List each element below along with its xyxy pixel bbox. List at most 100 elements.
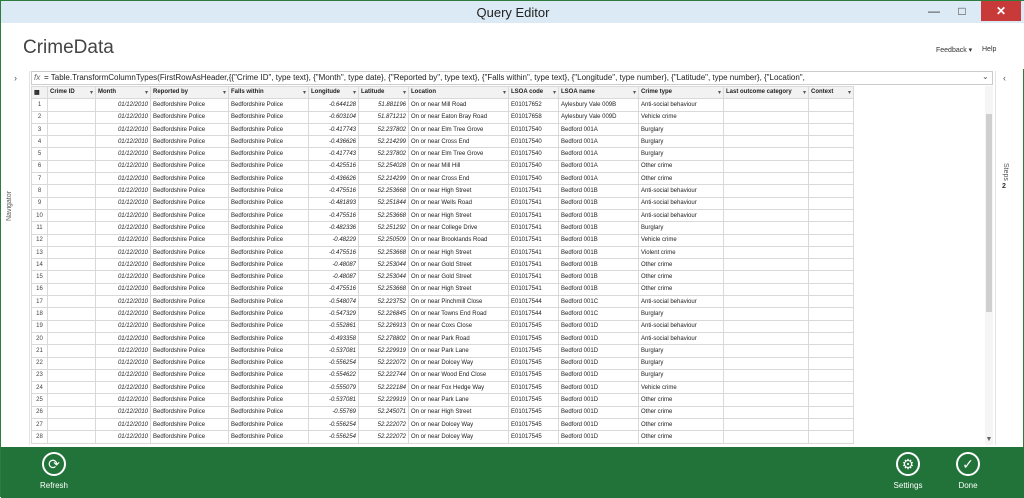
table-cell[interactable]: On or near Mill Hill (408, 159, 509, 174)
table-cell[interactable]: -0.547329 (308, 307, 359, 321)
table-cell[interactable]: 01/12/2010 (95, 307, 151, 321)
scroll-down-icon[interactable]: ▼ (985, 436, 993, 443)
table-cell[interactable]: Other crime (638, 258, 724, 272)
row-number[interactable]: 12 (31, 233, 48, 247)
table-cell[interactable]: Anti-social behaviour (638, 196, 724, 210)
steps-pane[interactable]: ‹ Steps 2 (995, 71, 1017, 445)
table-row[interactable]: 20 01/12/2010 Bedfordshire Police Bedfordsh… (31, 331, 854, 346)
row-number[interactable]: 4 (31, 135, 48, 149)
table-cell[interactable] (808, 196, 854, 210)
table-row[interactable]: 21 01/12/2010 Bedfordshire Police Bedfordsh… (31, 344, 854, 358)
row-number[interactable]: 1 (31, 98, 48, 112)
row-number[interactable]: 14 (31, 258, 48, 272)
table-cell[interactable]: Bedfordshire Police (228, 184, 309, 198)
table-cell[interactable]: 52.226913 (358, 319, 409, 333)
table-cell[interactable]: Bedford 001D (558, 393, 639, 407)
table-row[interactable]: 5 01/12/2010 Bedfordshire Police Bedfordshi… (31, 147, 854, 161)
table-row[interactable]: 22 01/12/2010 Bedfordshire Police Bedfordsh… (31, 356, 854, 370)
table-cell[interactable]: -0.603104 (308, 110, 359, 124)
table-cell[interactable]: E01017541 (508, 258, 559, 272)
table-cell[interactable]: E01017652 (508, 98, 559, 112)
row-number[interactable]: 9 (31, 196, 48, 210)
table-cell[interactable] (808, 393, 854, 407)
column-header[interactable]: Latitude ▾ (358, 86, 409, 100)
table-cell[interactable] (47, 331, 96, 346)
table-row[interactable]: 2 01/12/2010 Bedfordshire Police Bedfordshi… (31, 110, 854, 124)
table-cell[interactable]: Bedfordshire Police (228, 147, 309, 161)
column-header[interactable]: Location ▾ (408, 86, 509, 100)
table-cell[interactable]: Bedfordshire Police (228, 282, 309, 297)
table-cell[interactable]: Bedfordshire Police (150, 344, 229, 358)
filter-dropdown-icon[interactable]: ▾ (90, 89, 93, 96)
table-cell[interactable]: Bedford 001D (558, 368, 639, 383)
table-cell[interactable]: 01/12/2010 (95, 368, 151, 383)
filter-dropdown-icon[interactable]: ▾ (718, 89, 721, 96)
table-cell[interactable]: -0.48229 (308, 233, 359, 247)
table-cell[interactable]: 51.881196 (358, 98, 409, 112)
table-cell[interactable]: 52.253668 (358, 282, 409, 297)
table-cell[interactable]: -0.481893 (308, 196, 359, 210)
table-cell[interactable]: Bedfordshire Police (150, 381, 229, 395)
navigator-label[interactable]: Navigator (6, 176, 30, 236)
table-row[interactable]: 18 01/12/2010 Bedfordshire Police Bedfordsh… (31, 307, 854, 321)
table-cell[interactable]: Bedford 001D (558, 319, 639, 333)
table-cell[interactable]: 01/12/2010 (95, 381, 151, 395)
table-cell[interactable] (808, 98, 854, 112)
table-cell[interactable]: Bedford 001B (558, 184, 639, 198)
table-cell[interactable]: -0.556254 (308, 430, 359, 444)
table-cell[interactable]: 01/12/2010 (95, 233, 151, 247)
table-cell[interactable] (47, 221, 96, 235)
table-cell[interactable] (47, 135, 96, 149)
table-cell[interactable] (808, 159, 854, 174)
expand-formula-icon[interactable]: ⌄ (982, 72, 989, 81)
table-cell[interactable]: E01017544 (508, 295, 559, 309)
table-cell[interactable]: -0.475516 (308, 208, 359, 223)
table-cell[interactable]: Vehicle crime (638, 110, 724, 124)
table-cell[interactable]: Bedfordshire Police (150, 430, 229, 444)
table-cell[interactable]: 52.254028 (358, 159, 409, 174)
table-row[interactable]: 24 01/12/2010 Bedfordshire Police Bedfordsh… (31, 381, 854, 395)
filter-dropdown-icon[interactable]: ▾ (848, 89, 851, 96)
table-cell[interactable]: Bedfordshire Police (228, 331, 309, 346)
table-cell[interactable]: 52.253668 (358, 184, 409, 198)
table-cell[interactable] (723, 356, 809, 370)
table-row[interactable]: 15 01/12/2010 Bedfordshire Police Bedfordsh… (31, 270, 854, 284)
filter-dropdown-icon[interactable]: ▾ (633, 89, 636, 96)
table-cell[interactable]: On or near Gold Street (408, 258, 509, 272)
table-cell[interactable]: -0.537081 (308, 393, 359, 407)
table-cell[interactable]: Anti-social behaviour (638, 319, 724, 333)
table-row[interactable]: 4 01/12/2010 Bedfordshire Police Bedfordshi… (31, 135, 854, 149)
table-cell[interactable]: Other crime (638, 270, 724, 284)
table-row[interactable]: 10 01/12/2010 Bedfordshire Police Bedfordsh… (31, 208, 854, 223)
table-cell[interactable]: On or near Cross End (408, 135, 509, 149)
table-cell[interactable]: 01/12/2010 (95, 405, 151, 420)
table-cell[interactable]: On or near Park Lane (408, 393, 509, 407)
table-cell[interactable]: Bedfordshire Police (150, 331, 229, 346)
table-row[interactable]: 14 01/12/2010 Bedfordshire Police Bedfordsh… (31, 258, 854, 272)
table-cell[interactable]: Bedford 001C (558, 295, 639, 309)
table-cell[interactable]: 01/12/2010 (95, 98, 151, 112)
table-cell[interactable]: -0.417743 (308, 122, 359, 137)
table-cell[interactable]: -0.556254 (308, 418, 359, 432)
table-cell[interactable]: Bedfordshire Police (150, 405, 229, 420)
table-cell[interactable]: 01/12/2010 (95, 184, 151, 198)
table-cell[interactable]: Violent crime (638, 245, 724, 260)
table-cell[interactable]: Bedford 001B (558, 208, 639, 223)
close-button[interactable]: ✕ (981, 1, 1021, 21)
table-cell[interactable]: On or near High Street (408, 282, 509, 297)
table-cell[interactable]: Other crime (638, 172, 724, 186)
table-cell[interactable]: 01/12/2010 (95, 208, 151, 223)
table-cell[interactable]: Bedfordshire Police (150, 368, 229, 383)
table-cell[interactable]: -0.48087 (308, 270, 359, 284)
table-cell[interactable]: E01017545 (508, 331, 559, 346)
table-cell[interactable]: Bedford 001D (558, 331, 639, 346)
table-row[interactable]: 16 01/12/2010 Bedfordshire Police Bedfordsh… (31, 282, 854, 297)
table-cell[interactable]: Bedfordshire Police (150, 270, 229, 284)
table-cell[interactable]: Aylesbury Vale 009D (558, 110, 639, 124)
table-cell[interactable]: Bedfordshire Police (228, 122, 309, 137)
table-cell[interactable]: 52.253044 (358, 270, 409, 284)
table-cell[interactable]: Bedford 001B (558, 233, 639, 247)
table-cell[interactable]: E01017545 (508, 368, 559, 383)
table-cell[interactable]: Burglary (638, 368, 724, 383)
filter-dropdown-icon[interactable]: ▾ (145, 89, 148, 96)
